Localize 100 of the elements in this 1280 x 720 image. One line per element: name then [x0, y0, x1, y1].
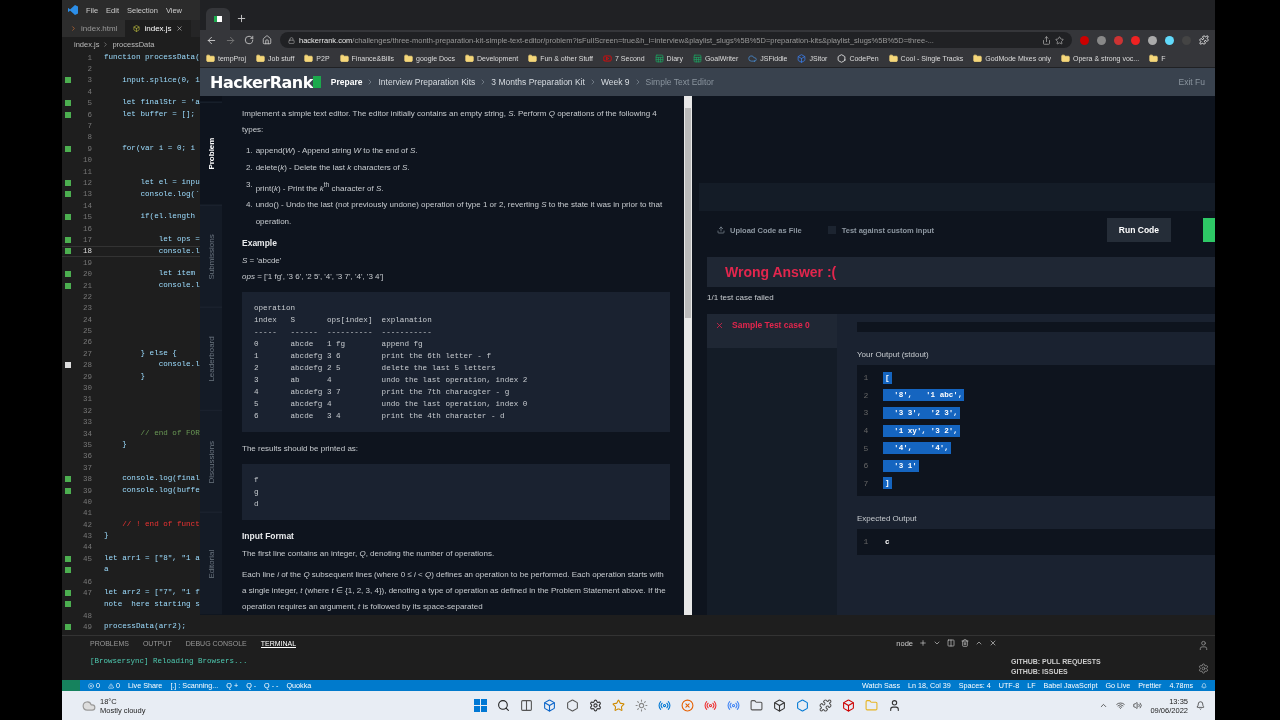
folder-icon	[404, 54, 413, 63]
spreadsheet-icon	[692, 54, 702, 63]
forward-icon[interactable]	[225, 34, 236, 46]
line-number: 2	[862, 390, 870, 400]
folder-icon	[339, 54, 349, 63]
folder-icon	[528, 54, 538, 63]
scroll-thumb[interactable]	[685, 108, 691, 318]
windows-logo-icon[interactable]	[473, 699, 487, 712]
line-number: 4	[862, 426, 870, 436]
folder-icon	[206, 54, 215, 63]
section-heading: Example	[242, 237, 278, 248]
lock-icon	[288, 36, 295, 44]
cross-icon	[715, 320, 724, 330]
side-tab[interactable]: Discussions	[200, 409, 222, 513]
line-number: 3	[862, 408, 870, 418]
summary-text: 1/1 test case failed	[707, 293, 775, 302]
chevron-icon[interactable]	[975, 639, 983, 647]
split-icon[interactable]	[947, 639, 955, 647]
volume-icon[interactable]	[1133, 701, 1143, 710]
output-title: Expected Output	[857, 514, 918, 524]
chevron-icon[interactable]	[1099, 701, 1109, 710]
user-icon[interactable]	[887, 699, 901, 712]
gutter-marker	[65, 601, 71, 608]
upload-icon	[717, 226, 725, 234]
breadcrumb-link[interactable]: Week 9	[600, 77, 630, 87]
bell-icon[interactable]	[1201, 682, 1207, 689]
folder-icon	[464, 54, 474, 63]
video-icon	[603, 54, 612, 63]
gutter-marker	[65, 567, 71, 574]
folder-icon	[304, 54, 314, 63]
list-number: 3.	[246, 178, 253, 191]
side-tab[interactable]: Submissions	[200, 204, 222, 308]
new-tab-icon[interactable]	[236, 13, 247, 24]
notification-icon[interactable]	[1196, 701, 1205, 710]
folder-icon	[973, 54, 983, 63]
html-file-icon	[70, 25, 77, 32]
operation-text: append(W) - Append string W to the end of S.	[255, 145, 418, 157]
verdict-text: Wrong Answer :(	[725, 264, 837, 280]
folder-icon	[1061, 54, 1070, 63]
star-icon[interactable]	[1055, 35, 1064, 45]
close-icon[interactable]	[175, 25, 183, 32]
spreadsheet-icon	[654, 54, 664, 63]
breadcrumb-link[interactable]: 3 Months Preparation Kit	[491, 77, 585, 87]
operation-text: delete(k) - Delete the last k characters of S.	[255, 161, 410, 174]
output-title: Your Output (stdout)	[857, 350, 930, 359]
home-icon[interactable]	[262, 35, 272, 45]
editor-tab[interactable]: index.js	[125, 20, 191, 37]
wifi-icon[interactable]	[1116, 701, 1126, 710]
chevron-icon	[102, 41, 110, 48]
line-number: 5	[862, 443, 870, 453]
folder-icon	[256, 54, 265, 63]
side-tab[interactable]: Problem	[200, 102, 222, 205]
puzzle-icon[interactable]	[818, 699, 832, 712]
list-number: 4.	[246, 199, 253, 212]
site-logo[interactable]: HackerRank	[210, 72, 313, 92]
tab-label: index.js	[144, 24, 172, 33]
scrollbar[interactable]	[684, 96, 692, 615]
circle-icon[interactable]	[680, 699, 694, 712]
results-text: The results should be printed as:	[242, 442, 360, 455]
search-icon[interactable]	[496, 699, 510, 712]
close-icon[interactable]	[989, 639, 997, 647]
cloud-icon	[748, 54, 758, 63]
account-icon[interactable]	[1198, 640, 1209, 651]
line-number: 7	[862, 478, 870, 488]
folder-icon[interactable]	[749, 699, 763, 712]
operation-text: print(k) - Print the k$^{th}$ character of S.	[255, 179, 384, 195]
box-icon[interactable]	[841, 699, 855, 712]
gear-icon[interactable]	[588, 699, 602, 712]
cloud-icon[interactable]	[82, 698, 96, 713]
logo-square-icon	[312, 76, 321, 88]
side-tab[interactable]: Editorial	[200, 512, 222, 615]
reload-icon[interactable]	[244, 35, 254, 45]
folder-icon	[888, 54, 898, 63]
breadcrumb-link[interactable]: Interview Preparation Kits	[378, 77, 476, 87]
chevron-icon[interactable]	[933, 639, 941, 647]
browser-tab[interactable]	[206, 8, 230, 30]
sun-icon[interactable]	[634, 699, 648, 712]
list-number: 1.	[246, 145, 253, 157]
example-line: S = 'abcde'	[242, 254, 283, 267]
line-number: 1	[862, 373, 870, 383]
line-number: 1	[862, 537, 870, 547]
line-number: 6	[862, 461, 870, 471]
side-tab[interactable]: Leaderboard	[200, 307, 222, 410]
editor-tab[interactable]: index.html	[62, 20, 126, 37]
trash-icon[interactable]	[961, 639, 969, 647]
back-icon[interactable]	[206, 34, 217, 46]
add-icon[interactable]	[919, 639, 927, 647]
problem-intro: Implement a simple text editor. The editor initially contains an empty string, S. Perform Q operations of the following 4 types:	[242, 108, 658, 136]
favicon-icon	[214, 16, 222, 22]
settings-icon[interactable]	[1198, 663, 1209, 674]
folder-icon	[1149, 54, 1159, 63]
star-icon[interactable]	[611, 699, 625, 712]
hexagon-icon	[837, 54, 847, 63]
share-icon[interactable]	[1042, 35, 1051, 45]
operation-text: undo() - Undo the last (not previously undone) operation of type 1 or 2, reverting S to the state it was in prior to that operation.	[255, 199, 664, 228]
run-code-button[interactable]: Run Code	[1106, 218, 1171, 242]
paragraph: Each line i of the Q subsequent lines (where 0 ≤ i < Q) defines an operation to be performed. Each operation starts with a single integer, t (where t ∈ {1, 2, 3, 4}), denoting a type of operation as defined in the Problem Statement above. If the operation requires an argument, t is followed by its space-separated	[242, 568, 667, 613]
tab-label: index.html	[81, 24, 118, 33]
breadcrumb-link[interactable]: Prepare	[330, 77, 363, 87]
example-line: ops = ['1 fg', '3 6', '2 5', '4', '3 7', '4', '3 4']	[242, 270, 385, 283]
